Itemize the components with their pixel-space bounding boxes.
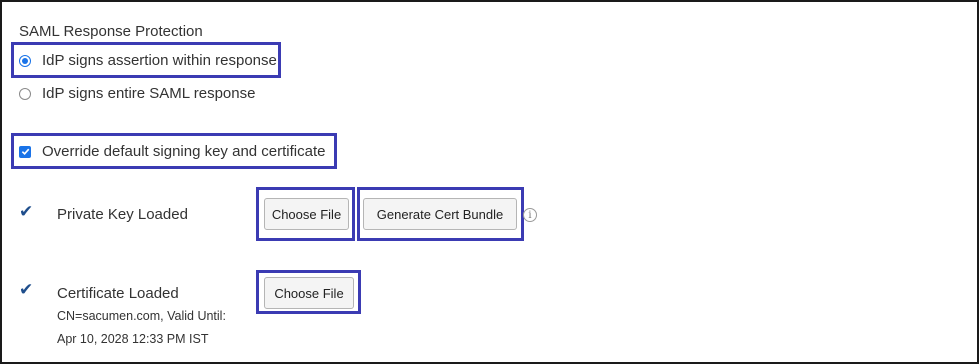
info-icon[interactable]: i [523,208,537,222]
certificate-expiry-date: Apr 10, 2028 12:33 PM IST [57,332,209,346]
override-checkbox[interactable] [19,145,31,158]
private-key-choose-file-button[interactable]: Choose File [264,198,349,230]
private-key-label: Private Key Loaded [57,206,188,223]
private-key-checkmark-icon: ✔ [19,202,34,221]
certificate-checkmark-icon: ✔ [19,280,34,299]
radio-option-assertion[interactable]: IdP signs assertion within response [19,52,277,69]
radio-label-entire-response: IdP signs entire SAML response [42,85,256,102]
radio-option-entire-response[interactable]: IdP signs entire SAML response [19,85,255,102]
radio-button-selected[interactable] [19,54,31,67]
generate-cert-bundle-button[interactable]: Generate Cert Bundle [363,198,517,230]
certificate-cn-valid-until: CN=sacumen.com, Valid Until: [57,309,226,323]
radio-button-unselected[interactable] [19,87,31,100]
saml-settings-panel: SAML Response Protection IdP signs asser… [0,0,979,364]
override-label: Override default signing key and certifi… [42,143,326,160]
section-title: SAML Response Protection [19,23,203,40]
override-signing-checkbox-row[interactable]: Override default signing key and certifi… [19,143,325,160]
checkbox-check-icon [21,148,29,156]
certificate-choose-file-button[interactable]: Choose File [264,277,354,309]
radio-label-assertion: IdP signs assertion within response [42,52,277,69]
certificate-label: Certificate Loaded [57,285,179,302]
